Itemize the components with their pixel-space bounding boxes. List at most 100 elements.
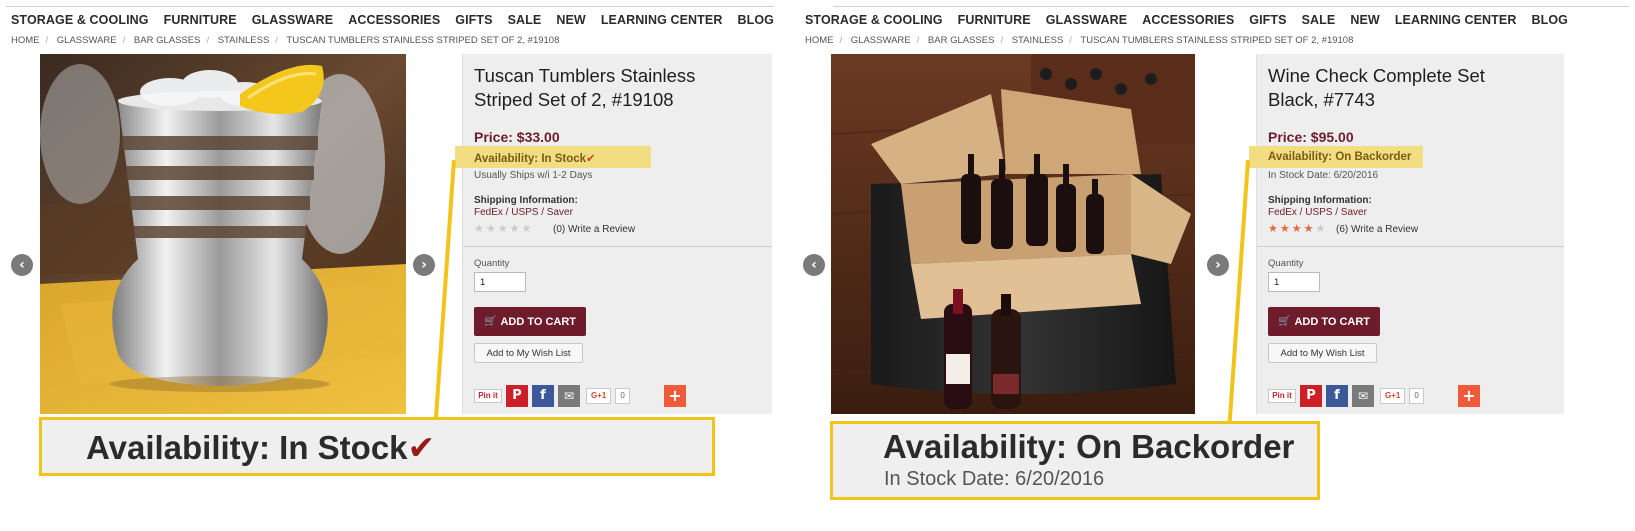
nav-item-blog[interactable]: BLOG <box>737 13 774 27</box>
breadcrumb-current: TUSCAN TUMBLERS STAINLESS STRIPED SET OF… <box>286 35 560 46</box>
nav-item-glassware[interactable]: GLASSWARE <box>252 13 333 27</box>
nav-item-blog[interactable]: BLOG <box>1531 13 1568 27</box>
nav-item-glassware[interactable]: GLASSWARE <box>1046 13 1127 27</box>
nav-item-accessories[interactable]: ACCESSORIES <box>1142 13 1234 27</box>
add-to-wishlist-button[interactable]: Add to My Wish List <box>1268 343 1377 363</box>
callout-connector <box>433 160 456 422</box>
availability-status: Availability: On Backorder <box>1268 151 1412 163</box>
callout-title: Availability: In Stock✔ <box>86 428 435 467</box>
nav-item-storage-cooling[interactable]: STORAGE & COOLING <box>805 13 943 27</box>
shipping-info-value[interactable]: FedEx / USPS / Saver <box>474 207 573 218</box>
email-icon[interactable]: ✉ <box>1352 385 1374 407</box>
google-plus-button[interactable]: G+1 <box>1380 388 1406 404</box>
in-stock-date: In Stock Date: 6/20/2016 <box>1268 170 1379 181</box>
breadcrumb: HOME / GLASSWARE / BAR GLASSES / STAINLESS /… <box>11 35 560 46</box>
carousel-prev-arrow[interactable]: ‹ <box>803 254 825 276</box>
facebook-icon[interactable]: f <box>1326 385 1348 407</box>
breadcrumb-glassware[interactable]: GLASSWARE <box>57 35 117 46</box>
star-icon: ★ <box>497 222 510 235</box>
breadcrumb: HOME / GLASSWARE / BAR GLASSES / STAINLESS /… <box>805 35 1354 46</box>
product-panel-backorder: STORAGE & COOLING FURNITURE GLASSWARE AC… <box>803 0 1635 531</box>
divider <box>1257 246 1564 247</box>
star-icon: ★ <box>1268 222 1280 235</box>
main-nav: STORAGE & COOLING FURNITURE GLASSWARE AC… <box>11 13 789 27</box>
star-icon: ★ <box>1291 222 1304 235</box>
star-icon: ★ <box>485 222 498 235</box>
more-share-plus-icon[interactable]: + <box>1458 385 1480 407</box>
star-icon: ★ <box>1303 222 1316 235</box>
callout-in-stock-date: In Stock Date: 6/20/2016 <box>884 468 1105 490</box>
add-to-wishlist-button[interactable]: Add to My Wish List <box>474 343 583 363</box>
google-plus-count: 0 <box>1409 388 1424 404</box>
callout-connector <box>1227 160 1250 426</box>
nav-item-gifts[interactable]: GIFTS <box>455 13 492 27</box>
product-image-tumbler[interactable] <box>40 54 406 414</box>
cart-icon: 🛒 <box>483 316 497 327</box>
nav-item-learning-center[interactable]: LEARNING CENTER <box>601 13 723 27</box>
add-to-cart-button[interactable]: 🛒 ADD TO CART <box>1268 307 1380 336</box>
breadcrumb-home[interactable]: HOME <box>805 35 834 46</box>
pin-it-button[interactable]: Pin it <box>1268 389 1296 403</box>
quantity-input[interactable] <box>1268 272 1320 292</box>
rating-stars: ★★★★★ <box>1268 222 1327 235</box>
nav-item-gifts[interactable]: GIFTS <box>1249 13 1286 27</box>
check-icon: ✔ <box>407 428 436 467</box>
nav-item-furniture[interactable]: FURNITURE <box>958 13 1031 27</box>
price: Price: $95.00 <box>1268 129 1354 145</box>
product-info-box: Wine Check Complete Set Black, #7743 Pri… <box>1249 54 1564 414</box>
pinterest-icon[interactable]: P <box>506 385 528 407</box>
quantity-label: Quantity <box>474 258 510 269</box>
breadcrumb-current: TUSCAN TUMBLERS STAINLESS STRIPED SET OF… <box>1080 35 1354 46</box>
callout-box: Availability: In Stock✔ <box>39 417 715 476</box>
availability-label: Availability: In Stock <box>474 153 587 165</box>
shipping-info-label: Shipping Information: <box>1268 195 1372 206</box>
nav-item-new[interactable]: NEW <box>1350 13 1379 27</box>
main-nav: STORAGE & COOLING FURNITURE GLASSWARE AC… <box>805 13 1583 27</box>
write-review-link[interactable]: (0) Write a Review <box>553 224 635 235</box>
nav-item-new[interactable]: NEW <box>556 13 585 27</box>
breadcrumb-stainless[interactable]: STAINLESS <box>1012 35 1064 46</box>
star-icon: ★ <box>509 222 522 235</box>
carousel-prev-arrow[interactable]: ‹ <box>11 254 33 276</box>
nav-item-learning-center[interactable]: LEARNING CENTER <box>1395 13 1517 27</box>
product-info-box: Tuscan Tumblers Stainless Striped Set of… <box>455 54 772 414</box>
star-icon: ★ <box>474 222 486 235</box>
breadcrumb-glassware[interactable]: GLASSWARE <box>851 35 911 46</box>
price: Price: $33.00 <box>474 129 560 145</box>
carousel-next-arrow[interactable]: › <box>1207 254 1229 276</box>
check-icon: ✔ <box>586 151 596 165</box>
product-image-wine-check[interactable] <box>831 54 1195 414</box>
breadcrumb-stainless[interactable]: STAINLESS <box>218 35 270 46</box>
quantity-input[interactable] <box>474 272 526 292</box>
nav-item-furniture[interactable]: FURNITURE <box>164 13 237 27</box>
shipping-info-label: Shipping Information: <box>474 195 578 206</box>
pin-it-button[interactable]: Pin it <box>474 389 502 403</box>
nav-divider <box>6 6 774 7</box>
nav-item-storage-cooling[interactable]: STORAGE & COOLING <box>11 13 149 27</box>
carousel-next-arrow[interactable]: › <box>413 254 435 276</box>
email-icon[interactable]: ✉ <box>558 385 580 407</box>
ships-within: Usually Ships w/i 1-2 Days <box>474 170 593 181</box>
availability-status: Availability: In Stock✔ <box>474 151 596 165</box>
star-icon: ★ <box>521 222 534 235</box>
facebook-icon[interactable]: f <box>532 385 554 407</box>
callout-title: Availability: On Backorder <box>883 428 1295 465</box>
breadcrumb-bar-glasses[interactable]: BAR GLASSES <box>134 35 201 46</box>
add-to-cart-button[interactable]: 🛒 ADD TO CART <box>474 307 586 336</box>
breadcrumb-home[interactable]: HOME <box>11 35 40 46</box>
breadcrumb-bar-glasses[interactable]: BAR GLASSES <box>928 35 995 46</box>
nav-item-accessories[interactable]: ACCESSORIES <box>348 13 440 27</box>
pinterest-icon[interactable]: P <box>1300 385 1322 407</box>
more-share-plus-icon[interactable]: + <box>664 385 686 407</box>
shipping-info-value[interactable]: FedEx / USPS / Saver <box>1268 207 1367 218</box>
social-share-bar: Pin it P f ✉ G+1 0 <box>474 385 630 407</box>
star-icon: ★ <box>1315 222 1328 235</box>
nav-item-sale[interactable]: SALE <box>508 13 542 27</box>
google-plus-button[interactable]: G+1 <box>586 388 612 404</box>
callout-availability-text: Availability: In Stock <box>86 429 408 466</box>
nav-item-sale[interactable]: SALE <box>1302 13 1336 27</box>
divider <box>463 246 772 247</box>
cart-icon: 🛒 <box>1277 316 1291 327</box>
google-plus-count: 0 <box>615 388 630 404</box>
write-review-link[interactable]: (6) Write a Review <box>1336 224 1418 235</box>
